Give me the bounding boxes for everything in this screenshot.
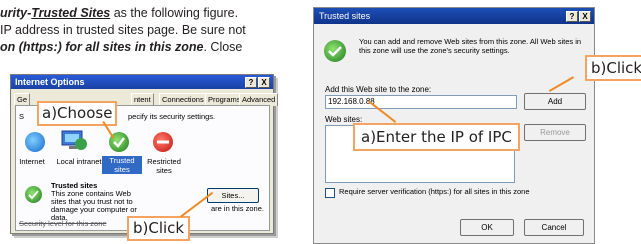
- zone-label-trusted-sites[interactable]: Trusted sites: [102, 156, 142, 174]
- trusted-check-icon: [25, 186, 42, 203]
- internet-zone-icon[interactable]: [25, 132, 45, 152]
- click-callout-left: b)Click: [127, 216, 191, 241]
- security-level-label: Security level for this zone: [19, 219, 107, 228]
- info-text: You can add and remove Web sites from th…: [359, 37, 582, 55]
- require-https-label: Require server verification (https:) for…: [339, 187, 530, 196]
- zone-description-right: are in this zone.: [211, 204, 264, 213]
- zone-label-local-intranet[interactable]: Local intranet: [55, 157, 103, 166]
- intro-line-1: urity-Trusted Sites as the following fig…: [0, 6, 238, 20]
- click-callout-right: b)Click: [585, 55, 641, 81]
- require-https-checkbox[interactable]: [325, 188, 335, 198]
- intro-lead: urity: [0, 6, 28, 20]
- trusted-help-button[interactable]: ?: [566, 11, 578, 22]
- remove-button[interactable]: Remove: [524, 124, 586, 141]
- intro-bold: on (https:) for all sites in this zone: [0, 40, 204, 54]
- intro-link: Trusted Sites: [31, 6, 111, 20]
- help-button[interactable]: ?: [245, 77, 257, 88]
- sites-button[interactable]: Sites...: [207, 188, 259, 203]
- add-button[interactable]: Add: [524, 93, 586, 110]
- ip-address-input[interactable]: 192.168.0.88: [325, 95, 517, 109]
- intro-tail: as the following figure.: [110, 6, 239, 20]
- ok-button[interactable]: OK: [460, 219, 514, 236]
- info-check-icon: [324, 40, 346, 62]
- select-zone-label-left: S: [19, 112, 25, 121]
- intro-close: . Close: [203, 40, 243, 54]
- close-button[interactable]: X: [258, 77, 270, 88]
- restricted-sites-icon[interactable]: [153, 132, 173, 152]
- internet-options-titlebar: Internet Options: [11, 75, 273, 89]
- add-site-label: Add this Web site to the zone:: [325, 85, 432, 94]
- internet-options-dialog: Internet Options ? X Ge ntent Connection…: [10, 74, 279, 234]
- intro-line-2: IP address in trusted sites page. Be sur…: [0, 23, 246, 37]
- local-intranet-icon[interactable]: [59, 128, 89, 154]
- cancel-button[interactable]: Cancel: [524, 219, 584, 236]
- trusted-close-button[interactable]: X: [579, 11, 591, 22]
- trusted-sites-titlebar: Trusted sites: [314, 8, 594, 24]
- zone-label-internet[interactable]: Internet: [17, 157, 47, 166]
- intro-line-3: on (https:) for all sites in this zone. …: [0, 40, 242, 54]
- select-zone-label-right: pecify its security settings.: [128, 112, 216, 121]
- enter-ip-callout: a)Enter the IP of IPC: [353, 123, 520, 151]
- zone-label-restricted[interactable]: Restricted sites: [147, 157, 181, 175]
